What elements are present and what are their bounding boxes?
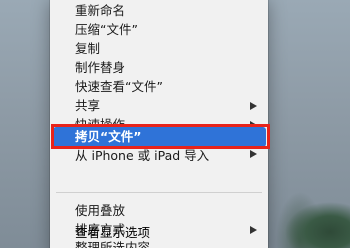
- annotation-highlight-box: [51, 124, 270, 149]
- menu-item-use-stacks[interactable]: 使用叠放: [50, 202, 268, 220]
- menu-item-duplicate[interactable]: 复制: [50, 40, 268, 58]
- menu-item-quick-look[interactable]: 快速查看“文件”: [50, 78, 268, 96]
- menu-item-label: 快速查看“文件”: [75, 79, 163, 94]
- menu-item-make-alias[interactable]: 制作替身: [50, 59, 268, 77]
- menu-item-show-view-options[interactable]: 查看显示选项: [50, 224, 268, 242]
- menu-item-label: 从 iPhone 或 iPad 导入: [75, 148, 210, 163]
- menu-item-share[interactable]: 共享: [50, 97, 268, 115]
- menu-item-label: 复制: [75, 41, 101, 56]
- menu-item-label: 使用叠放: [75, 203, 126, 218]
- menu-separator: [56, 192, 262, 193]
- menu-item-label: 压缩“文件”: [75, 22, 138, 37]
- submenu-arrow-icon: [250, 150, 257, 158]
- menu-item-import-from-iphone[interactable]: 从 iPhone 或 iPad 导入: [75, 147, 209, 165]
- menu-item-compress[interactable]: 压缩“文件”: [50, 21, 268, 39]
- menu-item-label: 查看显示选项: [75, 225, 151, 240]
- menu-item-label: 重新命名: [75, 3, 126, 18]
- menu-item-label: 共享: [75, 98, 101, 113]
- menu-item-label: 制作替身: [75, 60, 126, 75]
- menu-item-rename[interactable]: 重新命名: [50, 2, 268, 20]
- submenu-arrow-icon: [250, 102, 257, 110]
